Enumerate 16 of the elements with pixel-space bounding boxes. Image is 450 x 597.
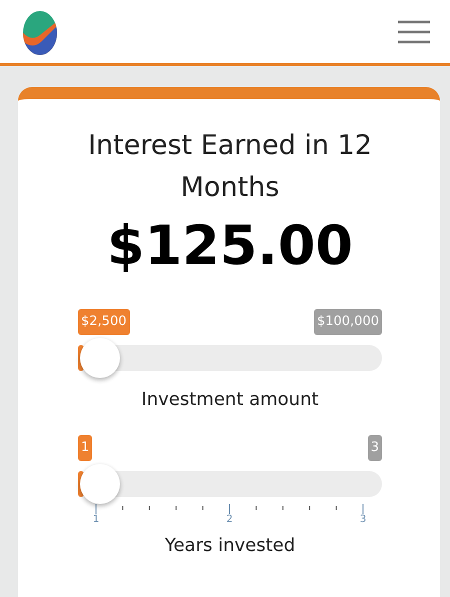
tick-label: 2	[226, 514, 233, 526]
min-value-badge: $2,500	[78, 309, 130, 335]
slider[interactable]	[78, 338, 382, 378]
tick-label: 3	[360, 514, 366, 526]
tick-label: 1	[92, 514, 100, 526]
card-title: Interest Earned in 12 Months	[87, 129, 373, 205]
max-value-badge: 3	[368, 435, 382, 461]
interest-amount: $125.00	[106, 213, 354, 279]
menu-icon[interactable]	[398, 20, 430, 44]
slider-caption: Years invested	[164, 534, 296, 558]
slider-thumb[interactable]	[80, 464, 120, 504]
slider[interactable]	[78, 464, 382, 504]
slider-caption: Investment amount	[140, 388, 320, 412]
slider-thumb[interactable]	[80, 338, 120, 378]
max-value-badge: $100,000	[314, 309, 382, 335]
min-value-badge: 1	[78, 435, 92, 461]
